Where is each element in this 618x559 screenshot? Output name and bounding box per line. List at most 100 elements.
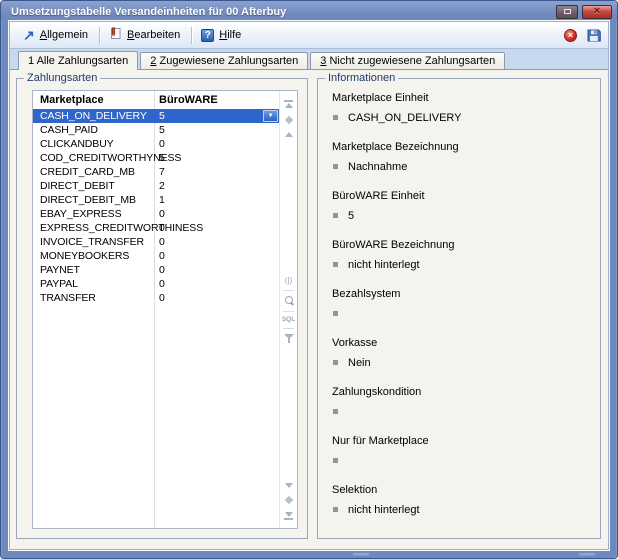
column-header-marketplace[interactable]: Marketplace bbox=[33, 94, 154, 106]
column-header-buroware[interactable]: BüroWARE bbox=[154, 94, 279, 106]
strip-top-group bbox=[284, 100, 293, 137]
buroware-cell: 0 bbox=[154, 250, 279, 262]
save-button[interactable] bbox=[587, 29, 601, 42]
table-row[interactable]: TRANSFER0 bbox=[33, 291, 279, 305]
buroware-cell: 0 bbox=[154, 292, 279, 304]
scroll-to-bottom-icon[interactable] bbox=[284, 512, 293, 520]
info-value: 5 bbox=[348, 210, 354, 222]
app-window: Umsetzungstabelle Versandeinheiten für 0… bbox=[0, 0, 618, 559]
informationen-group-label: Informationen bbox=[325, 72, 398, 84]
info-label: Zahlungskondition bbox=[332, 386, 590, 398]
strip-separator bbox=[283, 290, 294, 291]
buroware-cell: 0 bbox=[154, 264, 279, 276]
table-row[interactable]: EBAY_EXPRESS0 bbox=[33, 207, 279, 221]
marketplace-cell: DIRECT_DEBIT bbox=[33, 180, 154, 192]
info-label: BüroWARE Bezeichnung bbox=[332, 239, 590, 251]
filter-icon[interactable] bbox=[284, 334, 294, 343]
cancel-icon: × bbox=[568, 30, 573, 40]
marketplace-cell: EBAY_EXPRESS bbox=[33, 208, 154, 220]
bullet-icon bbox=[333, 360, 338, 365]
marketplace-cell: INVOICE_TRANSFER bbox=[33, 236, 154, 248]
search-icon[interactable] bbox=[284, 296, 294, 306]
content-area: Zahlungsarten Marketplace BüroWARE CASH_… bbox=[10, 70, 608, 549]
table-header-row: Marketplace BüroWARE bbox=[33, 91, 279, 109]
strip-bottom-group bbox=[284, 483, 293, 520]
payment-table: Marketplace BüroWARE CASH_ON_DELIVERY5▼C… bbox=[32, 90, 298, 529]
table-row[interactable]: COD_CREDITWORTHYNESS5 bbox=[33, 151, 279, 165]
resize-grip[interactable] bbox=[579, 553, 595, 556]
marketplace-cell: PAYNET bbox=[33, 264, 154, 276]
info-field: VorkasseNein bbox=[332, 337, 590, 369]
bullet-icon bbox=[333, 311, 338, 316]
bullet-icon bbox=[333, 262, 338, 267]
dropdown-arrow-button[interactable]: ▼ bbox=[263, 110, 278, 122]
info-label: Bezahlsystem bbox=[332, 288, 590, 300]
save-disk-icon bbox=[587, 29, 601, 42]
table-row[interactable]: MONEYBOOKERS0 bbox=[33, 249, 279, 263]
buroware-cell: 1 bbox=[154, 194, 279, 206]
restore-button[interactable] bbox=[556, 5, 578, 19]
tab-nicht-zugewiesene-zahlungsarten[interactable]: 3 Nicht zugewiesene Zahlungsarten bbox=[310, 52, 505, 69]
buroware-cell: 0 bbox=[154, 222, 279, 234]
table-row[interactable]: PAYNET0 bbox=[33, 263, 279, 277]
cancel-button[interactable]: × bbox=[564, 29, 577, 42]
info-label: Marketplace Bezeichnung bbox=[332, 141, 590, 153]
toolbar-separator bbox=[99, 27, 100, 44]
row-up-icon[interactable] bbox=[285, 132, 293, 137]
info-list: Marketplace EinheitCASH_ON_DELIVERYMarke… bbox=[332, 92, 590, 533]
bearbeiten-button[interactable]: Bearbeiten bbox=[103, 23, 188, 47]
row-down-icon[interactable] bbox=[285, 483, 293, 488]
page-down-icon[interactable] bbox=[286, 497, 292, 503]
bullet-icon bbox=[333, 507, 338, 512]
buroware-cell: 0 bbox=[154, 138, 279, 150]
table-row[interactable]: EXPRESS_CREDITWORTHINESS0 bbox=[33, 221, 279, 235]
info-value: nicht hinterlegt bbox=[348, 259, 420, 271]
hilfe-button[interactable]: ? Hilfe bbox=[195, 25, 249, 46]
info-field: Bezahlsystem bbox=[332, 288, 590, 320]
payment-table-main: Marketplace BüroWARE CASH_ON_DELIVERY5▼C… bbox=[33, 91, 279, 528]
info-label: Marketplace Einheit bbox=[332, 92, 590, 104]
buroware-cell: 5 bbox=[154, 152, 279, 164]
buroware-cell: 0 bbox=[154, 278, 279, 290]
info-field: Marketplace EinheitCASH_ON_DELIVERY bbox=[332, 92, 590, 124]
close-button[interactable]: × bbox=[582, 5, 612, 19]
table-row[interactable]: PAYPAL0 bbox=[33, 277, 279, 291]
table-row[interactable]: CASH_ON_DELIVERY5▼ bbox=[33, 109, 279, 123]
tab-zugewiesene-zahlungsarten[interactable]: 2 Zugewiesene Zahlungsarten bbox=[140, 52, 308, 69]
marketplace-cell: CASH_PAID bbox=[33, 124, 154, 136]
buroware-cell: 2 bbox=[154, 180, 279, 192]
table-row[interactable]: CLICKANDBUY0 bbox=[33, 137, 279, 151]
resize-grip[interactable] bbox=[353, 553, 369, 556]
window-title: Umsetzungstabelle Versandeinheiten für 0… bbox=[11, 6, 552, 18]
payment-table-body: CASH_ON_DELIVERY5▼CASH_PAID5CLICKANDBUY0… bbox=[33, 109, 279, 305]
page-up-icon[interactable] bbox=[286, 117, 292, 123]
info-field: Selektionnicht hinterlegt bbox=[332, 484, 590, 516]
info-field: BüroWARE Bezeichnung nicht hinterlegt bbox=[332, 239, 590, 271]
sql-icon[interactable]: SQL bbox=[282, 317, 295, 324]
bullet-icon bbox=[333, 115, 338, 120]
strip-separator bbox=[283, 328, 294, 329]
window-body: ↗ Allgemein Bearbeiten ? Hilfe bbox=[9, 21, 609, 550]
marketplace-cell: MONEYBOOKERS bbox=[33, 250, 154, 262]
table-row[interactable]: DIRECT_DEBIT_MB1 bbox=[33, 193, 279, 207]
buroware-cell: 0 bbox=[154, 236, 279, 248]
allgemein-button[interactable]: ↗ Allgemein bbox=[17, 25, 96, 45]
bullet-icon bbox=[333, 409, 338, 414]
fit-columns-icon[interactable]: (|) bbox=[285, 277, 292, 285]
bullet-icon bbox=[333, 458, 338, 463]
informationen-groupbox: Informationen Marketplace EinheitCASH_ON… bbox=[317, 78, 601, 539]
table-row[interactable]: CREDIT_CARD_MB7 bbox=[33, 165, 279, 179]
tab-alle-zahlungsarten[interactable]: 1 Alle Zahlungsarten bbox=[18, 51, 138, 70]
table-row[interactable]: CASH_PAID5 bbox=[33, 123, 279, 137]
toolbar-separator bbox=[191, 27, 192, 44]
arrow-up-right-icon: ↗ bbox=[23, 30, 35, 41]
titlebar[interactable]: Umsetzungstabelle Versandeinheiten für 0… bbox=[1, 1, 617, 21]
buroware-cell: 5 bbox=[154, 124, 279, 136]
table-row[interactable]: DIRECT_DEBIT2 bbox=[33, 179, 279, 193]
hilfe-label: Hilfe bbox=[219, 29, 241, 41]
table-row[interactable]: INVOICE_TRANSFER0 bbox=[33, 235, 279, 249]
marketplace-cell: TRANSFER bbox=[33, 292, 154, 304]
bullet-icon bbox=[333, 164, 338, 169]
marketplace-cell: CLICKANDBUY bbox=[33, 138, 154, 150]
scroll-to-top-icon[interactable] bbox=[284, 100, 293, 108]
